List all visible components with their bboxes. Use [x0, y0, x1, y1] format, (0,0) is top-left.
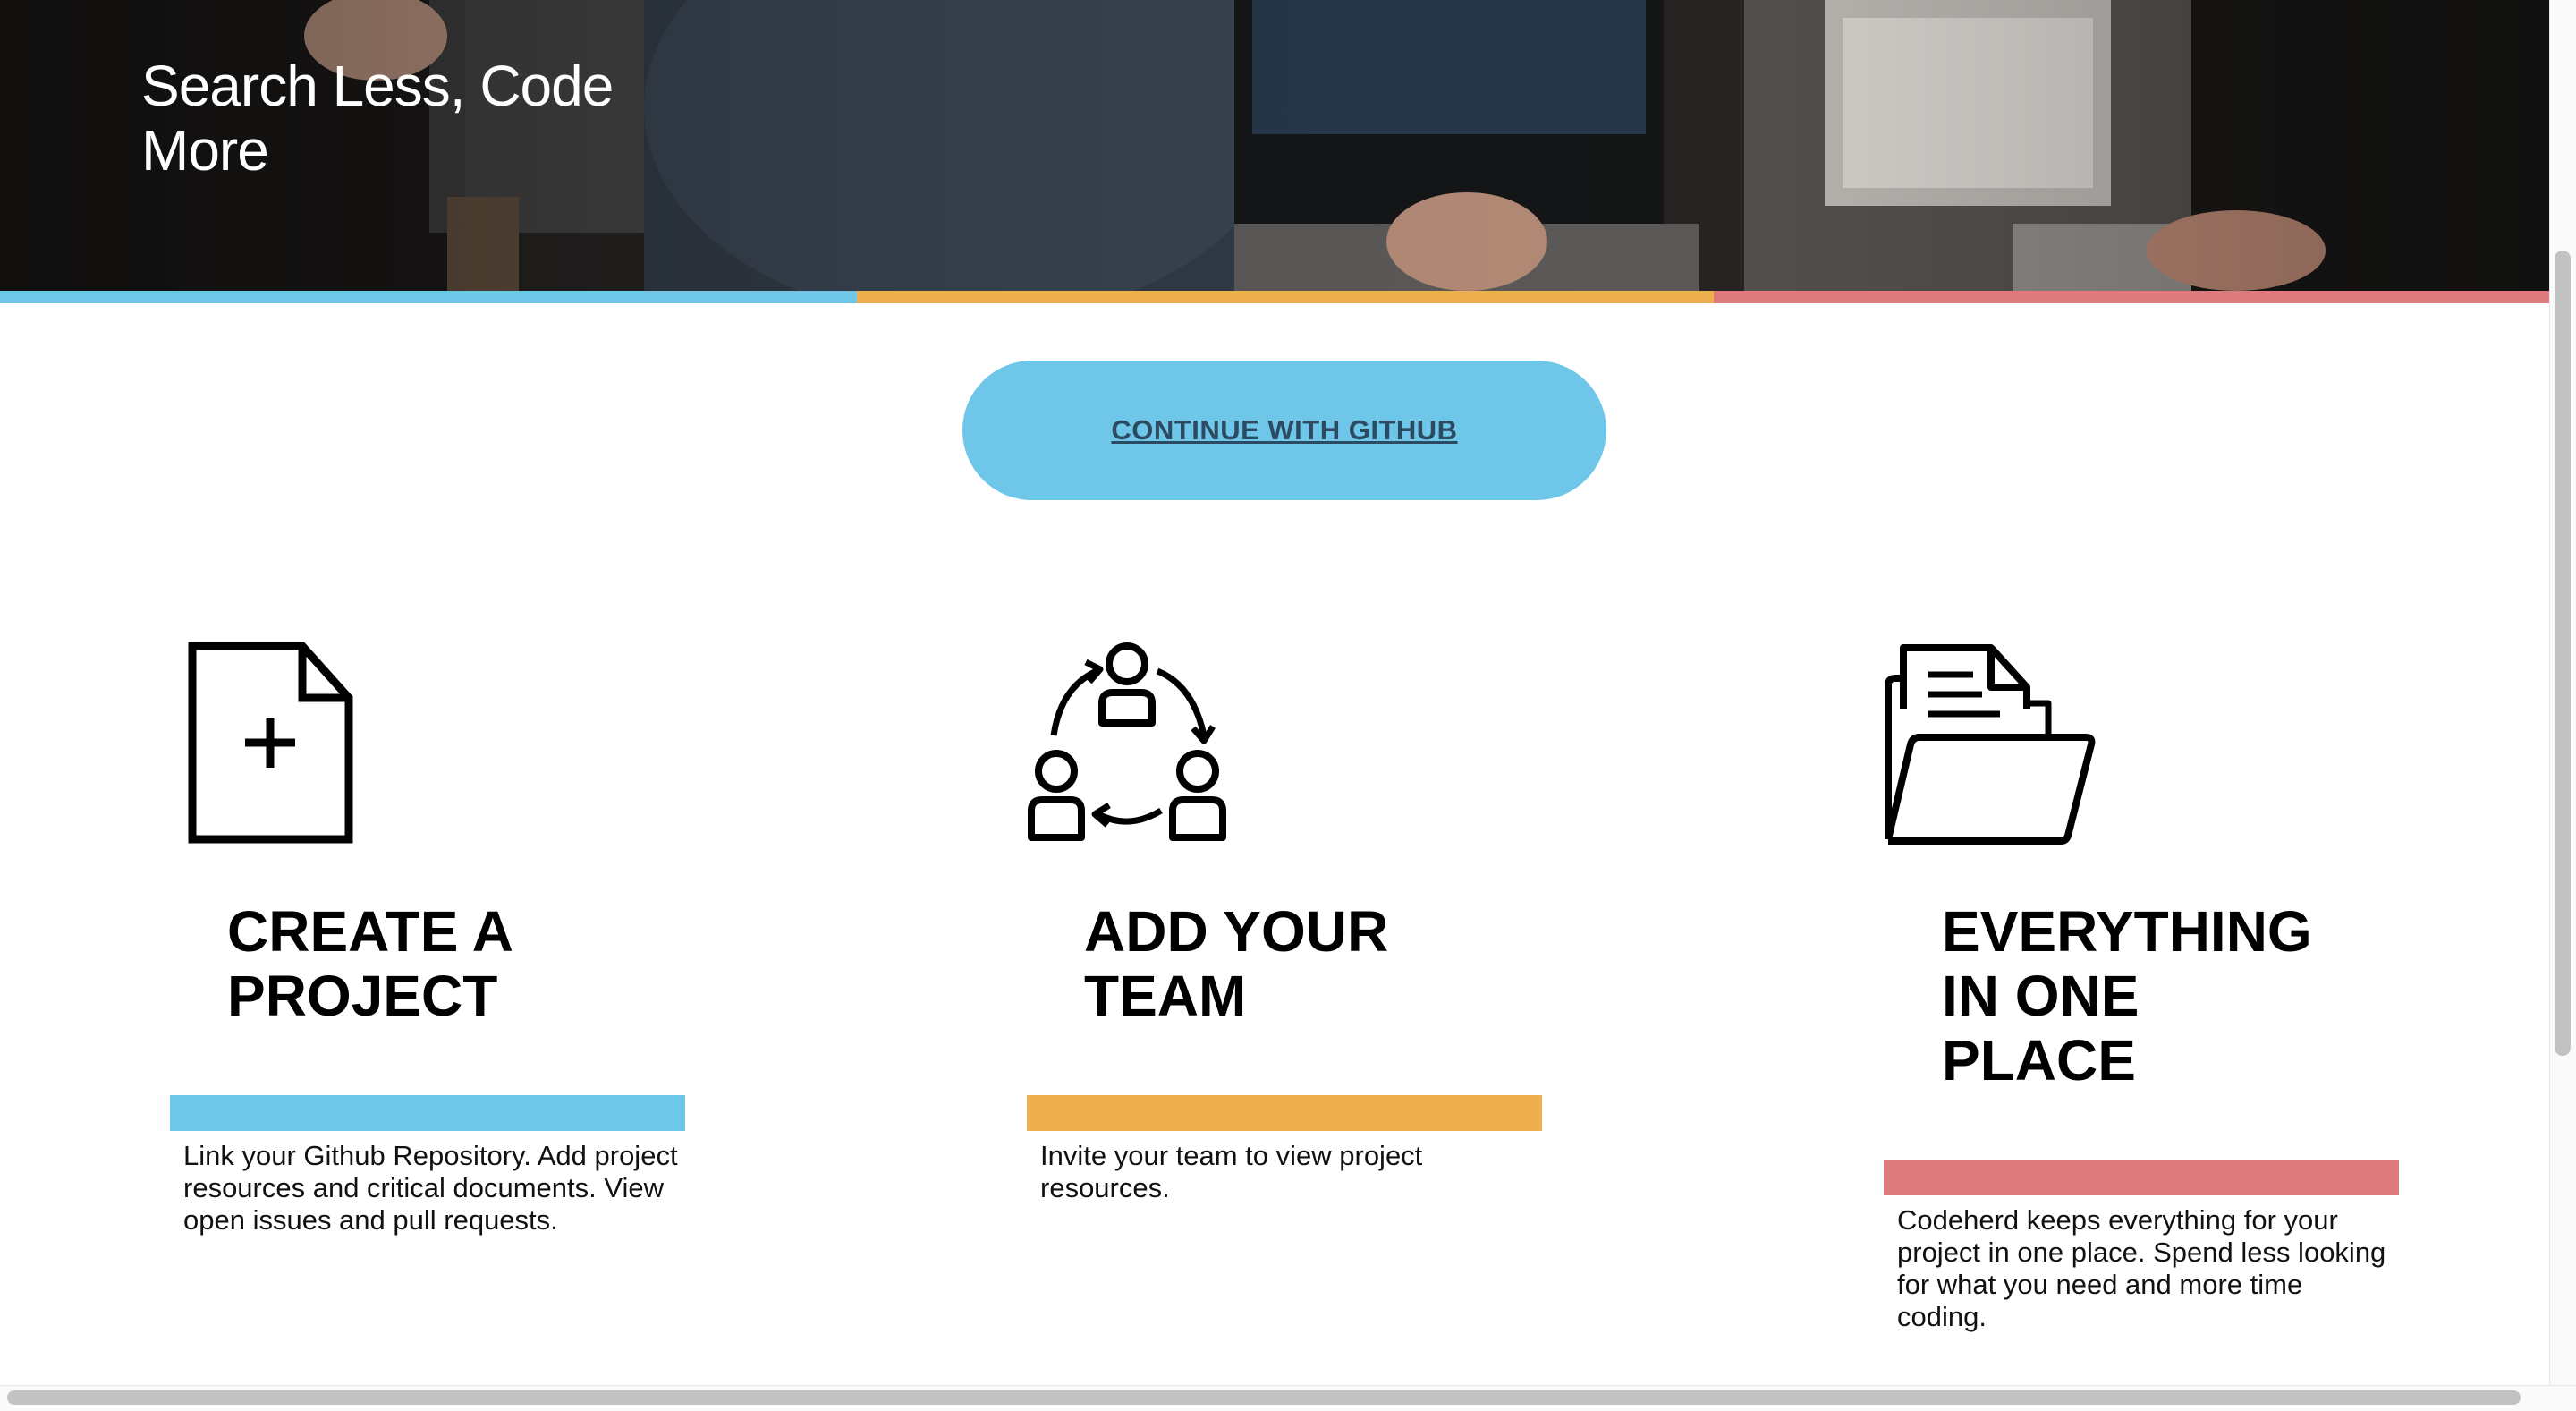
team-cycle-icon [1027, 635, 1241, 850]
feature-title-line: ADD YOUR [1084, 899, 1389, 964]
feature-accent-bar [1027, 1095, 1542, 1131]
stripe-blue [0, 291, 857, 303]
continue-with-github-label: CONTINUE WITH GITHUB [1111, 414, 1458, 446]
hero-banner: Search Less, Code More [0, 0, 2549, 291]
new-document-icon [170, 635, 385, 850]
feature-description: Codeherd keeps everything for your proje… [1897, 1204, 2386, 1332]
feature-title: ADD YOUR TEAM [1084, 899, 1388, 1028]
horizontal-scrollbar-thumb[interactable] [7, 1390, 2521, 1405]
feature-title-line: TEAM [1084, 964, 1247, 1028]
feature-title-line: IN ONE [1942, 964, 2140, 1028]
feature-title-line: CREATE A [227, 899, 513, 964]
feature-title: EVERYTHING IN ONE PLACE [1942, 899, 2312, 1092]
stripe-orange [857, 291, 1714, 303]
feature-title-line: PROJECT [227, 964, 498, 1028]
vertical-scrollbar-thumb[interactable] [2555, 251, 2571, 1056]
feature-accent-bar [170, 1095, 685, 1131]
feature-title-line: PLACE [1942, 1028, 2136, 1092]
feature-add-team: ADD YOUR TEAM Invite your team to view p… [1027, 635, 1599, 1351]
feature-create-project: CREATE A PROJECT Link your Github Reposi… [170, 635, 742, 1351]
feature-title: CREATE A PROJECT [227, 899, 513, 1028]
page: Search Less, Code More CONTINUE WITH GIT… [0, 0, 2576, 1411]
continue-with-github-button[interactable]: CONTINUE WITH GITHUB [962, 361, 1606, 500]
feature-description: Invite your team to view project resourc… [1040, 1140, 1423, 1203]
stripe-red [1714, 291, 2549, 303]
folder-documents-icon [1884, 635, 2098, 850]
feature-accent-bar [1884, 1160, 2399, 1195]
hero-title: Search Less, Code More [141, 54, 614, 183]
feature-description: Link your Github Repository. Add project… [183, 1140, 678, 1236]
feature-title-line: EVERYTHING [1942, 899, 2312, 964]
feature-everything-one-place: EVERYTHING IN ONE PLACE Codeherd keeps e… [1884, 635, 2456, 1351]
